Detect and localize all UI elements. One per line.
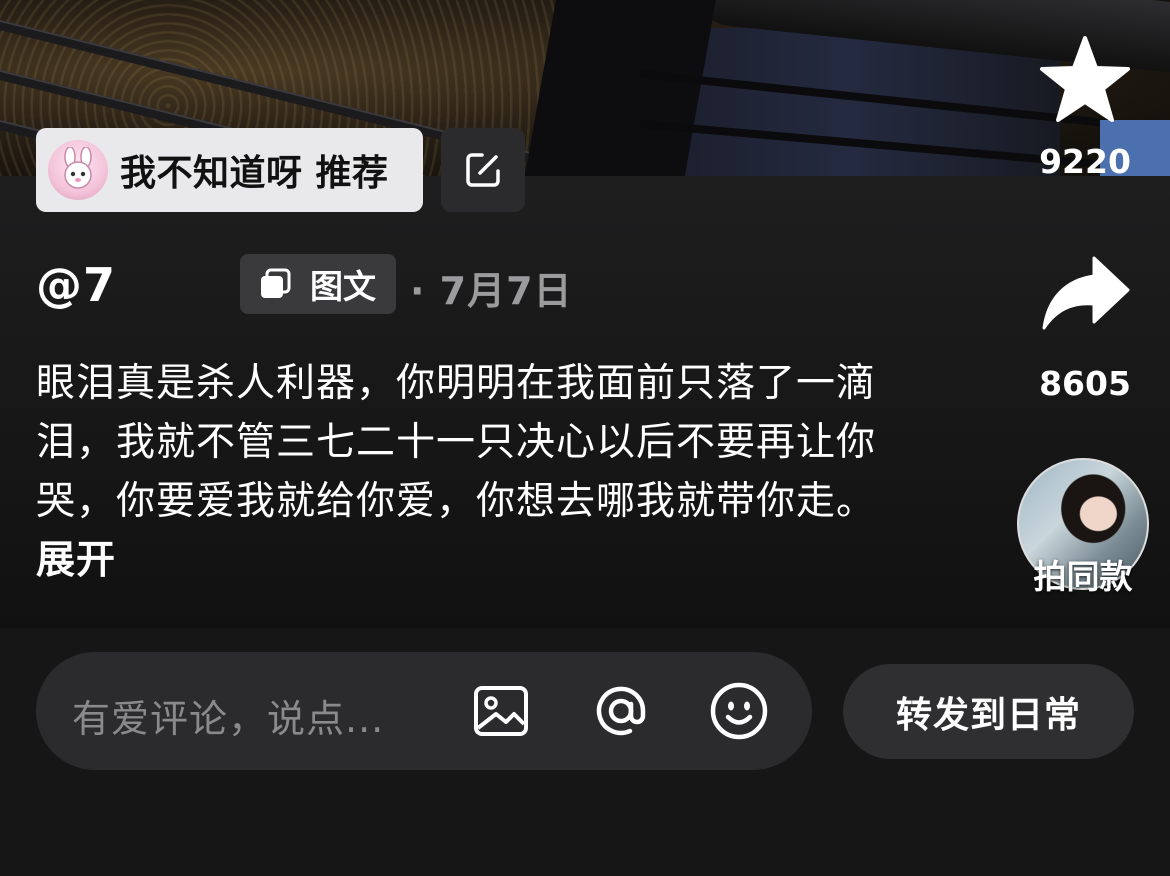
comment-placeholder[interactable]: 有爱评论，说点... xyxy=(72,688,384,743)
topic-label: 我不知道呀 推荐 xyxy=(120,153,389,194)
post-body-text: 眼泪真是杀人利器，你明明在我面前只落了一滴泪，我就不管三七二十一只决心以后不要再… xyxy=(36,361,877,524)
photo-pillar xyxy=(522,0,718,176)
share-count: 8605 xyxy=(1039,364,1131,403)
post-date: · 7月7日 xyxy=(410,269,573,313)
emoji-icon[interactable] xyxy=(708,680,770,742)
topic-avatar xyxy=(48,140,108,200)
favorite-count: 9220 xyxy=(1039,142,1131,181)
share-action[interactable]: 8605 xyxy=(1000,254,1170,403)
post-detail-screen: 我不知道呀 推荐 9220 8605 @7 图文 · 7月7日 眼泪真是杀人利器… xyxy=(0,0,1170,876)
star-icon xyxy=(1040,36,1130,122)
post-body: 眼泪真是杀人利器，你明明在我面前只落了一滴泪，我就不管三七二十一只决心以后不要再… xyxy=(36,354,896,590)
expand-link[interactable]: 展开 xyxy=(36,538,116,583)
image-icon[interactable] xyxy=(470,680,532,742)
post-type-label: 图文 xyxy=(310,267,376,306)
same-style-label[interactable]: 拍同款 xyxy=(1008,550,1158,598)
at-icon[interactable] xyxy=(590,680,652,742)
edit-button[interactable] xyxy=(441,128,525,212)
repost-button[interactable]: 转发到日常 xyxy=(843,664,1134,759)
author-name[interactable]: @7 xyxy=(36,258,116,312)
gallery-icon xyxy=(261,268,291,298)
post-type-chip: 图文 xyxy=(240,254,396,314)
favorite-action[interactable]: 9220 xyxy=(1000,34,1170,181)
bunny-icon xyxy=(64,147,92,189)
topic-chip[interactable]: 我不知道呀 推荐 xyxy=(36,128,423,212)
edit-icon xyxy=(466,153,500,187)
share-arrow-icon xyxy=(1042,256,1130,330)
